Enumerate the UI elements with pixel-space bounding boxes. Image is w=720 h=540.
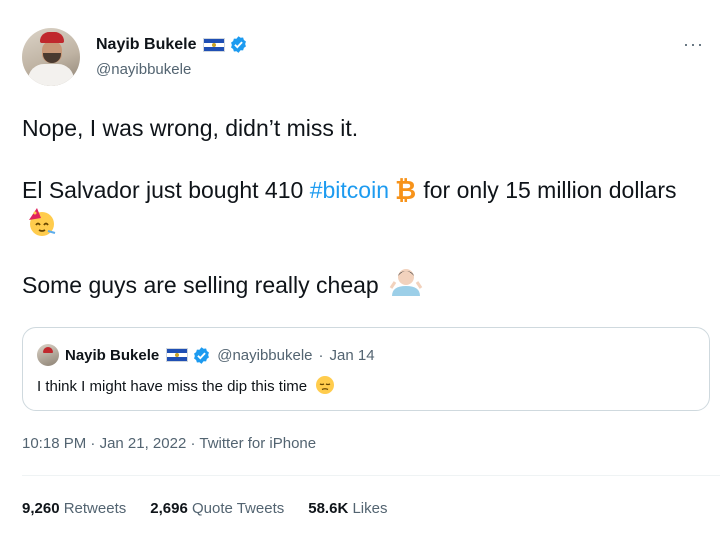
likes-label: Likes [352,500,388,517]
tweet-line-3: Some guys are selling really cheap [22,266,702,302]
bitcoin-emoji-icon: ₿ [395,177,416,203]
el-salvador-flag-icon [166,348,189,362]
tweet-line-1: Nope, I was wrong, didn’t miss it. [22,115,359,141]
author-handle[interactable]: @nayibbukele [96,61,191,78]
tweet-metadata: 10:18 PM · Jan 21, 2022 · Twitter for iP… [22,435,316,452]
quoted-tweet-text: I think I might have miss the dip this t… [37,375,335,395]
tweet-line-3-text: Some guys are selling really cheap [22,272,379,298]
quoted-tweet-header: Nayib Bukele @nayibbukele · Jan 14 [37,344,375,366]
quote-tweets-label: Quote Tweets [191,500,285,517]
verified-badge-icon [231,36,247,53]
verified-badge-icon [194,346,210,364]
divider [22,475,720,476]
tweet-line-2-end: for only 15 million dollars [416,177,677,203]
quoted-tweet[interactable]: Nayib Bukele @nayibbukele · Jan 14 I thi… [22,327,710,411]
more-options-icon[interactable]: ··· [683,34,704,55]
partying-face-emoji-icon [29,208,56,236]
tweet-line-2-start: El Salvador just bought 410 [22,177,310,203]
retweets-count: 9,260 [22,500,60,517]
author-name[interactable]: Nayib Bukele [96,36,196,54]
tweet-line-2: El Salvador just bought 410 #bitcoin ₿ fo… [22,174,702,241]
author-avatar[interactable] [22,28,80,86]
tweet-date[interactable]: Jan 21, 2022 [100,435,187,452]
author-name-row: Nayib Bukele [96,35,248,54]
tweet-stats: 9,260 Retweets 2,696 Quote Tweets 58.6K … [22,500,387,517]
meta-separator: · [90,435,96,452]
quoted-author-avatar [37,344,59,366]
quoted-author-name: Nayib Bukele [65,346,160,364]
bitcoin-hashtag-link[interactable]: #bitcoin [310,177,389,203]
pensive-face-emoji-icon [316,376,335,394]
quoted-author-handle: @nayibbukele [217,346,313,364]
retweets-label: Retweets [63,500,127,517]
svg-text:₿: ₿ [395,177,416,203]
el-salvador-flag-icon [203,37,226,52]
person-shrugging-emoji-icon [389,269,423,296]
likes-count: 58.6K [308,500,349,517]
tweet-header: Nayib Bukele @nayibbukele ··· [22,28,704,88]
quoted-separator: · [318,346,324,364]
quote-tweets-stat[interactable]: 2,696 Quote Tweets [150,500,284,517]
tweet-time[interactable]: 10:18 PM [22,435,86,452]
quoted-date: Jan 14 [329,346,375,364]
likes-stat[interactable]: 58.6K Likes [308,500,387,517]
tweet-text: Nope, I was wrong, didn’t miss it. El Sa… [22,112,702,302]
retweets-stat[interactable]: 9,260 Retweets [22,500,126,517]
meta-separator: · [190,435,196,452]
quoted-text: I think I might have miss the dip this t… [37,378,308,395]
tweet-client[interactable]: Twitter for iPhone [199,435,316,452]
quote-tweets-count: 2,696 [150,500,188,517]
